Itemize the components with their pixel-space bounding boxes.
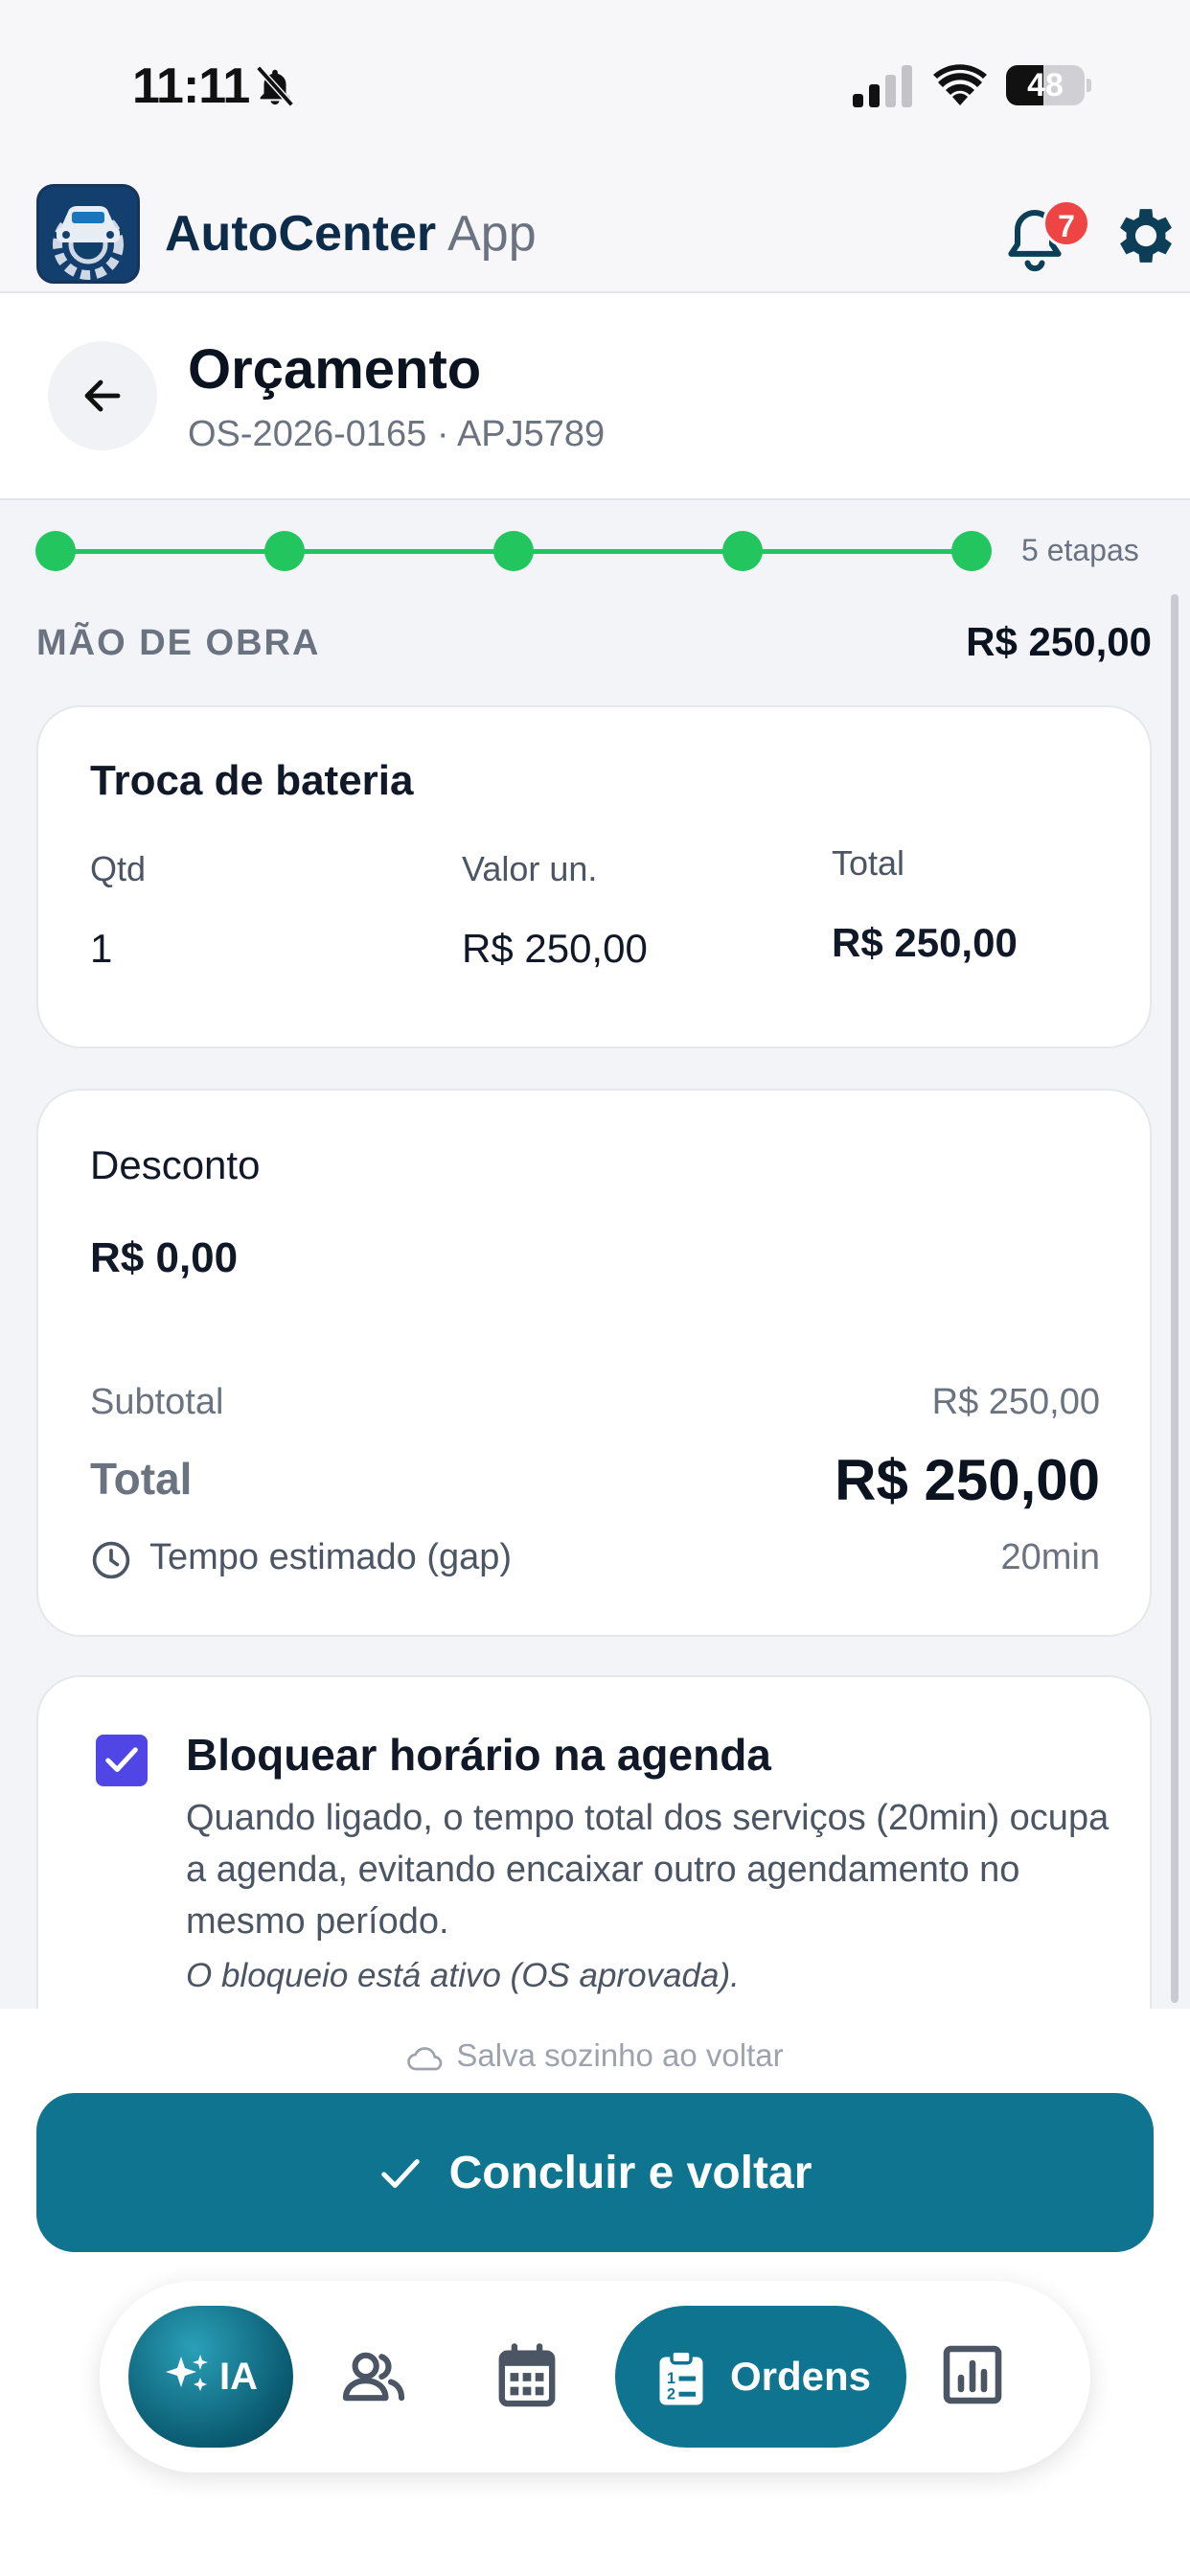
total-value: R$ 250,00 [835, 1448, 1100, 1512]
cloud-icon [407, 2047, 443, 2071]
tab-ordens-label: Ordens [730, 2354, 872, 2399]
cellular-signal-icon [853, 65, 912, 107]
back-button[interactable] [48, 341, 157, 450]
clock-icon [92, 1541, 130, 1579]
block-schedule-checkbox[interactable] [96, 1735, 148, 1786]
sparkles-icon [166, 2355, 208, 2391]
tab-ordens[interactable]: 1 2 Ordens [615, 2306, 906, 2448]
status-bar: 11:11 48 [0, 0, 1190, 169]
section-title: MÃO DE OBRA [36, 623, 321, 663]
progress-stepper: 5 etapas [0, 518, 1190, 585]
discount-input[interactable]: R$ 0,00 [90, 1234, 238, 1282]
autosave-hint: Salva sozinho ao voltar [0, 2037, 1190, 2074]
line-total-label: Total [832, 843, 905, 883]
bell-off-icon [256, 65, 294, 107]
wifi-icon [933, 64, 987, 105]
finish-and-back-button[interactable]: Concluir e voltar [36, 2093, 1154, 2252]
brand-name: AutoCenter [165, 206, 437, 262]
brand-suffix: App [447, 206, 537, 262]
check-icon [380, 2158, 420, 2188]
tab-ia-label: IA [219, 2356, 258, 2398]
estimated-time-value: 20min [1000, 1537, 1101, 1577]
block-schedule-title: Bloquear horário na agenda [186, 1730, 771, 1780]
app-logo [36, 184, 140, 284]
notification-badge: 7 [1042, 199, 1090, 247]
bottom-tab-bar: IA 1 2 Ordens [100, 2281, 1090, 2472]
block-schedule-note: O bloqueio está ativo (OS aprovada). [186, 1957, 740, 1994]
step-dot[interactable] [493, 531, 534, 571]
unit-price-label: Valor un. [462, 849, 598, 888]
bottom-panel: Salva sozinho ao voltar Concluir e volta… [0, 2009, 1190, 2576]
tab-ia[interactable]: IA [128, 2306, 293, 2448]
check-icon [105, 1747, 138, 1773]
battery-indicator: 48 [1006, 65, 1091, 105]
unit-price-value: R$ 250,00 [462, 926, 648, 971]
subtotal-label: Subtotal [90, 1382, 224, 1422]
scrollbar[interactable] [1171, 594, 1179, 2003]
service-name: Troca de bateria [90, 757, 414, 804]
discount-label: Desconto [90, 1142, 261, 1187]
qty-value: 1 [90, 926, 113, 971]
step-dot[interactable] [35, 531, 76, 571]
section-total: R$ 250,00 [966, 619, 1152, 664]
step-count: 5 etapas [1021, 533, 1139, 567]
gear-icon[interactable] [1110, 199, 1182, 272]
service-card[interactable]: Troca de bateria Qtd 1 Valor un. R$ 250,… [36, 705, 1152, 1048]
block-schedule-description: Quando ligado, o tempo total dos serviço… [186, 1798, 1110, 1942]
step-dot[interactable] [264, 531, 305, 571]
users-icon[interactable] [339, 2344, 408, 2409]
page-title: Orçamento [188, 338, 482, 401]
bar-chart-icon[interactable] [941, 2342, 1004, 2407]
clipboard-list-icon: 1 2 [659, 2350, 703, 2405]
arrow-left-icon [84, 380, 121, 412]
summary-card: Desconto R$ 0,00 Subtotal R$ 250,00 Tota… [36, 1089, 1152, 1637]
status-time: 11:11 [132, 58, 250, 114]
notifications-button[interactable]: 7 [1000, 196, 1090, 276]
page-subtitle: OS-2026-0165 · APJ5789 [188, 414, 606, 454]
battery-level: 48 [1027, 67, 1064, 104]
estimated-time-label: Tempo estimado (gap) [149, 1537, 513, 1577]
calendar-icon[interactable] [496, 2342, 558, 2409]
step-dot[interactable] [722, 531, 763, 571]
line-total-value: R$ 250,00 [832, 920, 1018, 965]
app-brand: AutoCenter App [165, 205, 537, 263]
subtotal-value: R$ 250,00 [931, 1382, 1100, 1422]
finish-button-label: Concluir e voltar [448, 2147, 812, 2198]
autosave-text: Salva sozinho ao voltar [456, 2037, 784, 2073]
app-header: AutoCenter App 7 [0, 169, 1190, 293]
total-label: Total [90, 1454, 193, 1504]
qty-label: Qtd [90, 849, 147, 888]
step-dot[interactable] [951, 531, 992, 571]
svg-text:2: 2 [667, 2385, 675, 2403]
page-header: Orçamento OS-2026-0165 · APJ5789 [0, 293, 1190, 500]
